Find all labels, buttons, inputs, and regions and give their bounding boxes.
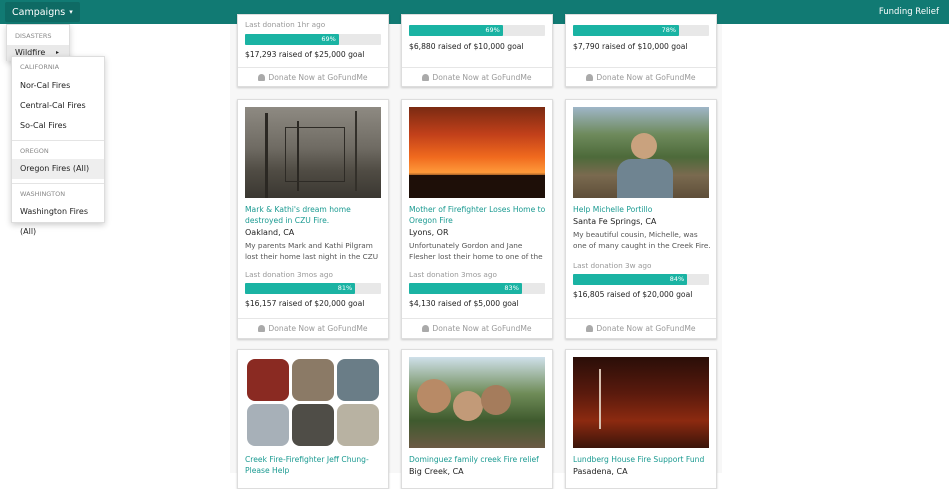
campaign-location: Big Creek, CA: [409, 467, 464, 476]
campaign-image[interactable]: [245, 107, 381, 198]
campaign-title-link[interactable]: Mark & Kathi's dream home destroyed in C…: [245, 204, 385, 226]
progress-fill: 69%: [409, 25, 503, 36]
progress-percent: 78%: [661, 26, 677, 34]
campaign-location: Lyons, OR: [409, 228, 449, 237]
donate-label: Donate Now at GoFundMe: [432, 73, 532, 82]
donate-button[interactable]: Donate Now at GoFundMe: [238, 318, 388, 337]
campaign-card: Mark & Kathi's dream home destroyed in C…: [237, 99, 389, 339]
campaign-title-link[interactable]: Lundberg House Fire Support Fund: [573, 454, 713, 465]
chevron-down-icon: ▾: [69, 8, 73, 16]
donate-button[interactable]: Donate Now at GoFundMe: [566, 67, 716, 86]
washington-header: WASHINGTON: [20, 190, 66, 198]
raised-amount: $6,880 raised of $10,000 goal: [409, 42, 524, 51]
campaign-location: Santa Fe Springs, CA: [573, 217, 657, 226]
progress-fill: 84%: [573, 274, 688, 285]
user-icon: [258, 74, 266, 81]
donate-button[interactable]: Donate Now at GoFundMe: [238, 67, 388, 86]
user-icon: [422, 74, 430, 81]
campaign-card: Creek Fire-Firefighter Jeff Chung-Please…: [237, 349, 389, 489]
donate-label: Donate Now at GoFundMe: [596, 324, 696, 333]
progress-fill: 81%: [245, 283, 356, 294]
campaign-image[interactable]: [573, 357, 709, 448]
progress-percent: 83%: [504, 284, 519, 292]
last-donation-text: Last donation 3mos ago: [409, 270, 497, 279]
last-donation-text: Last donation 3w ago: [573, 261, 652, 270]
user-icon: [586, 325, 594, 332]
campaign-location: Oakland, CA: [245, 228, 295, 237]
menu-divider: [12, 140, 104, 141]
campaign-image[interactable]: [409, 357, 545, 448]
raised-amount: $16,157 raised of $20,000 goal: [245, 299, 365, 308]
user-icon: [258, 325, 266, 332]
campaign-title-link[interactable]: Help Michelle Portillo: [573, 204, 713, 215]
menu-item-so-cal-fires[interactable]: So-Cal Fires: [12, 116, 104, 136]
brand-link[interactable]: Funding Relief: [879, 0, 939, 24]
campaign-description: Unfortunately Gordon and Jane Flesher lo…: [409, 241, 543, 261]
raised-amount: $17,293 raised of $25,000 goal: [245, 50, 365, 59]
last-donation-text: Last donation 3mos ago: [245, 270, 333, 279]
progress-bar: 78%: [573, 25, 709, 36]
oregon-header: OREGON: [20, 147, 49, 155]
user-icon: [586, 74, 594, 81]
progress-percent: 69%: [485, 26, 500, 34]
donate-label: Donate Now at GoFundMe: [432, 324, 532, 333]
campaign-image[interactable]: [409, 107, 545, 198]
progress-percent: 84%: [669, 275, 685, 283]
disasters-header: DISASTERS: [15, 32, 52, 40]
campaign-card: Lundberg House Fire Support Fund Pasaden…: [565, 349, 717, 489]
menu-divider: [12, 183, 104, 184]
menu-item-oregon-fires[interactable]: Oregon Fires (All): [12, 159, 104, 179]
campaigns-label: Campaigns: [12, 7, 66, 18]
campaign-card: Dominguez family creek Fire relief Big C…: [401, 349, 553, 489]
campaign-image[interactable]: [573, 107, 709, 198]
progress-bar: 69%: [409, 25, 545, 36]
progress-fill: 78%: [573, 25, 680, 36]
campaign-card: Mother of Firefighter Loses Home to Oreg…: [401, 99, 553, 339]
raised-amount: $7,790 raised of $10,000 goal: [573, 42, 688, 51]
campaign-location: Pasadena, CA: [573, 467, 628, 476]
campaign-title-link[interactable]: Dominguez family creek Fire relief: [409, 454, 549, 465]
donate-label: Donate Now at GoFundMe: [596, 73, 696, 82]
progress-percent: 69%: [321, 35, 336, 43]
progress-bar: 84%: [573, 274, 709, 285]
donate-button[interactable]: Donate Now at GoFundMe: [402, 318, 552, 337]
last-donation-text: Last donation 1hr ago: [245, 20, 326, 29]
menu-item-nor-cal-fires[interactable]: Nor-Cal Fires: [12, 76, 104, 96]
user-icon: [422, 325, 430, 332]
donate-label: Donate Now at GoFundMe: [268, 73, 368, 82]
progress-bar: 81%: [245, 283, 381, 294]
campaign-description: My beautiful cousin, Michelle, was one o…: [573, 230, 711, 250]
campaign-grid: Last donation 1hr ago 69% $17,293 raised…: [230, 14, 722, 489]
donate-button[interactable]: Donate Now at GoFundMe: [566, 318, 716, 337]
progress-bar: 83%: [409, 283, 545, 294]
progress-fill: 69%: [245, 34, 339, 45]
campaign-card: Help Michelle Portillo Santa Fe Springs,…: [565, 99, 717, 339]
california-header: CALIFORNIA: [20, 63, 60, 71]
wildfire-submenu: CALIFORNIA Nor-Cal Fires Central-Cal Fir…: [11, 56, 105, 236]
campaign-card: 69% $6,880 raised of $10,000 goal Donate…: [401, 14, 553, 87]
progress-bar: 69%: [245, 34, 381, 45]
menu-item-washington-fires[interactable]: Washington Fires (All): [12, 202, 104, 236]
menu-item-central-cal-fires[interactable]: Central-Cal Fires: [12, 96, 104, 116]
raised-amount: $4,130 raised of $5,000 goal: [409, 299, 519, 308]
campaign-description: My parents Mark and Kathi Pilgram lost t…: [245, 241, 379, 261]
progress-fill: 83%: [409, 283, 522, 294]
campaign-card: 78% $7,790 raised of $10,000 goal Donate…: [565, 14, 717, 87]
campaign-card: Last donation 1hr ago 69% $17,293 raised…: [237, 14, 389, 87]
donate-label: Donate Now at GoFundMe: [268, 324, 368, 333]
campaign-title-link[interactable]: Mother of Firefighter Loses Home to Oreg…: [409, 204, 549, 226]
progress-percent: 81%: [337, 284, 353, 292]
campaign-image[interactable]: [245, 357, 381, 448]
donate-button[interactable]: Donate Now at GoFundMe: [402, 67, 552, 86]
campaigns-dropdown-button[interactable]: Campaigns ▾: [5, 2, 80, 22]
raised-amount: $16,805 raised of $20,000 goal: [573, 290, 693, 299]
